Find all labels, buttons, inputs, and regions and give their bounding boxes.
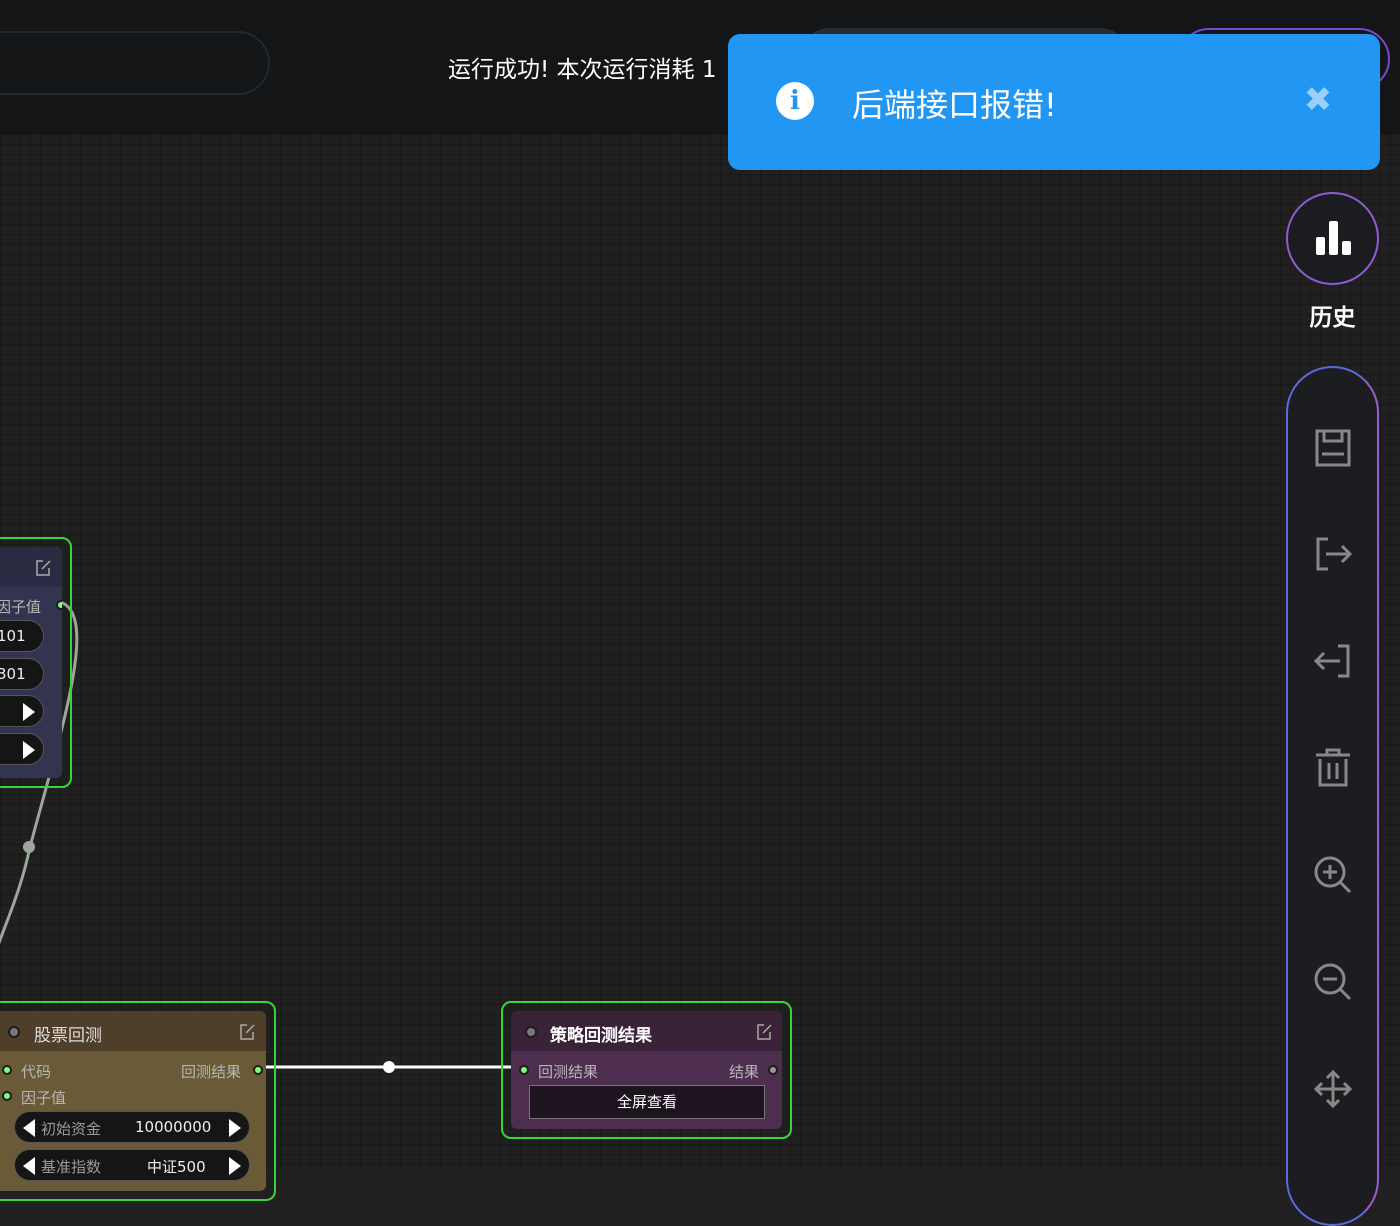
benchmark-index-widget[interactable]: 基准指数 中证500: [14, 1149, 250, 1181]
node-title: 策略回测结果: [550, 1026, 652, 1046]
arrow-right-icon[interactable]: [229, 1157, 241, 1175]
output-dot-result[interactable]: [253, 1065, 263, 1075]
edit-icon[interactable]: [238, 1023, 256, 1041]
node-title: 股票回测: [34, 1026, 102, 1046]
input-dot-code[interactable]: [2, 1065, 12, 1075]
arrow-right-icon[interactable]: [23, 703, 35, 721]
output-dot-result[interactable]: [768, 1065, 778, 1075]
collapse-dot[interactable]: [8, 1026, 20, 1038]
arrow-right-icon[interactable]: [23, 741, 35, 759]
input-label-code: 代码: [21, 1063, 52, 1081]
fullscreen-view-button[interactable]: 全屏查看: [529, 1085, 765, 1119]
trash-icon[interactable]: [1310, 745, 1356, 791]
error-toast: i 后端接口报错! ✖: [728, 34, 1380, 170]
close-icon[interactable]: ✖: [1298, 80, 1338, 120]
factor-widget-4[interactable]: [0, 733, 44, 765]
initial-capital-widget[interactable]: 初始资金 10000000: [14, 1111, 250, 1143]
backtest-node[interactable]: 股票回测 代码 回测结果 因子值 初始资金 10000000 基准指数 中证50…: [0, 1001, 276, 1201]
collapse-dot[interactable]: [525, 1026, 537, 1038]
export-icon[interactable]: [1310, 531, 1356, 577]
move-icon[interactable]: [1310, 1066, 1356, 1112]
input-dot-factor[interactable]: [2, 1091, 12, 1101]
edit-icon[interactable]: [755, 1023, 773, 1041]
edit-icon[interactable]: [34, 559, 52, 577]
input-label-factor: 因子值: [21, 1089, 67, 1107]
zoom-out-icon[interactable]: [1310, 959, 1356, 1005]
link-midpoint: [23, 841, 35, 853]
run-status-text: 运行成功! 本次运行消耗 1: [448, 57, 717, 83]
input-label-result: 回测结果: [538, 1063, 599, 1081]
output-label-result: 回测结果: [181, 1063, 242, 1081]
toast-message: 后端接口报错!: [852, 86, 1057, 124]
arrow-right-icon[interactable]: [229, 1119, 241, 1137]
output-label-result: 结果: [729, 1063, 760, 1081]
info-icon: i: [776, 82, 814, 120]
save-icon[interactable]: [1310, 424, 1356, 470]
zoom-in-icon[interactable]: [1310, 852, 1356, 898]
input-dot-result[interactable]: [519, 1065, 529, 1075]
arrow-left-icon[interactable]: [23, 1119, 35, 1137]
result-node[interactable]: 策略回测结果 回测结果 结果 全屏查看: [501, 1001, 792, 1139]
factor-widget-1[interactable]: 101: [0, 620, 44, 652]
factor-node[interactable]: 因子值 101 301: [0, 537, 72, 788]
link-midpoint-2: [383, 1061, 395, 1073]
factor-widget-2[interactable]: 301: [0, 658, 44, 690]
side-toolbar: [1286, 366, 1379, 1226]
search-pill[interactable]: [0, 31, 270, 95]
history-label: 历史: [1309, 305, 1356, 331]
arrow-left-icon[interactable]: [23, 1157, 35, 1175]
history-button[interactable]: [1286, 192, 1379, 285]
output-dot[interactable]: [56, 600, 62, 610]
output-label: 因子值: [0, 598, 42, 616]
factor-widget-3[interactable]: [0, 695, 44, 727]
import-icon[interactable]: [1310, 638, 1356, 684]
